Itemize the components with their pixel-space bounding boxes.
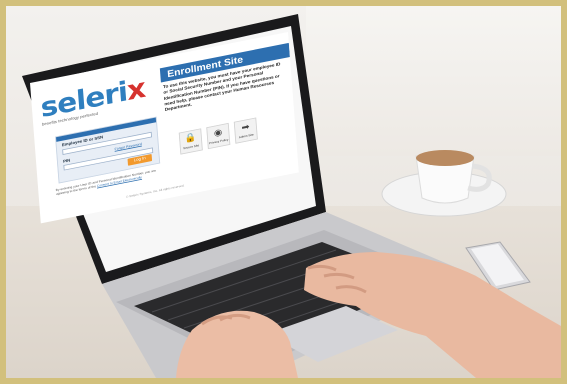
- privacy-policy-tile[interactable]: ◉ Privacy Policy: [206, 122, 231, 150]
- selerix-logo: selerix benefits technology perfected: [39, 72, 147, 128]
- coffee-surface: [416, 150, 474, 166]
- copyright-footer: © Selerix Systems, Inc. All rights reser…: [125, 183, 185, 199]
- admin-site-tile[interactable]: ➡ Admin Site: [233, 117, 258, 144]
- photo-frame: selerix benefits technology perfected En…: [0, 0, 567, 384]
- secure-site-tile[interactable]: 🔒 Secure Site: [178, 128, 203, 155]
